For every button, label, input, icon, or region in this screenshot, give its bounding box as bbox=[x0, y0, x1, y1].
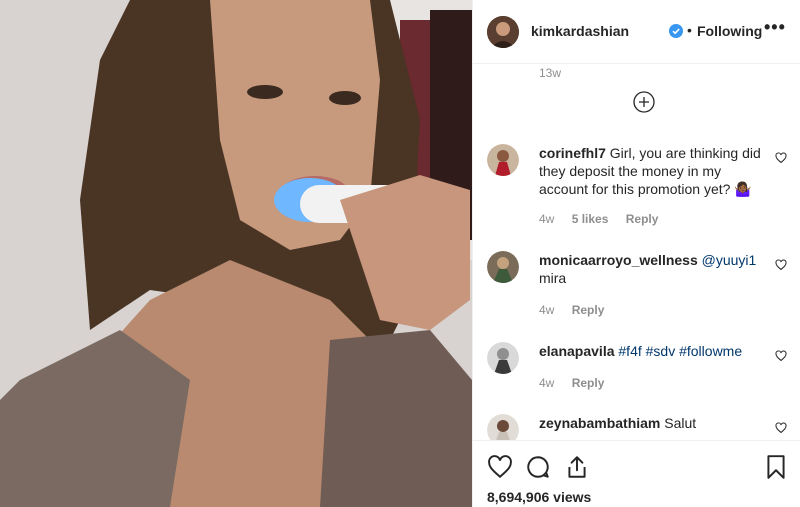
comment-time[interactable]: 4w bbox=[539, 303, 554, 317]
comment-meta: 4w Reply bbox=[539, 376, 618, 390]
commenter-avatar[interactable] bbox=[487, 342, 519, 374]
commenter-username[interactable]: monicaarroyo_wellness bbox=[539, 252, 698, 268]
comment-meta: 4w 5 likes Reply bbox=[539, 212, 672, 226]
reply-button[interactable]: Reply bbox=[572, 303, 605, 317]
comments-list[interactable]: 13w corinefhl7 Girl, you are thinking di… bbox=[473, 64, 800, 440]
comment-bubble-icon[interactable] bbox=[525, 454, 551, 480]
comment-text: monicaarroyo_wellness @yuuyi1 mira bbox=[539, 251, 761, 287]
like-comment-heart-icon[interactable] bbox=[775, 422, 787, 434]
commenter-username[interactable]: zeynabambathiam bbox=[539, 415, 660, 431]
like-comment-heart-icon[interactable] bbox=[775, 259, 787, 271]
verified-badge-icon bbox=[669, 24, 683, 38]
post-header: kimkardashian • Following ••• bbox=[473, 0, 800, 64]
load-more-comments-icon[interactable] bbox=[633, 91, 655, 113]
post-actions: 8,694,906 views bbox=[473, 440, 800, 507]
post-media[interactable] bbox=[0, 0, 472, 507]
commenter-avatar[interactable] bbox=[487, 144, 519, 176]
comment-text: elanapavila #f4f #sdv #followme bbox=[539, 342, 761, 360]
post-side-panel: kimkardashian • Following ••• 13w corine… bbox=[472, 0, 800, 507]
comment-time[interactable]: 4w bbox=[539, 212, 554, 226]
comment-hashtags[interactable]: #f4f #sdv #followme bbox=[618, 343, 742, 359]
reply-button[interactable]: Reply bbox=[626, 212, 659, 226]
comment-likes[interactable]: 5 likes bbox=[572, 212, 609, 226]
comment-body: Salut bbox=[664, 415, 697, 431]
comment-text: zeynabambathiam Salut bbox=[539, 414, 761, 432]
comment-mention[interactable]: @yuuyi1 bbox=[702, 252, 757, 268]
previous-comment-time: 13w bbox=[539, 66, 562, 80]
like-comment-heart-icon[interactable] bbox=[775, 350, 787, 362]
post-video-frame bbox=[0, 0, 472, 507]
like-comment-heart-icon[interactable] bbox=[775, 152, 787, 164]
bookmark-icon[interactable] bbox=[763, 454, 789, 480]
more-options-icon[interactable]: ••• bbox=[764, 17, 786, 38]
commenter-username[interactable]: corinefhl7 bbox=[539, 145, 606, 161]
share-icon[interactable] bbox=[564, 454, 590, 480]
like-heart-icon[interactable] bbox=[487, 454, 513, 480]
view-count: 8,694,906 views bbox=[487, 489, 592, 505]
author-avatar[interactable] bbox=[487, 16, 519, 48]
comment-body: mira bbox=[539, 270, 567, 286]
commenter-avatar[interactable] bbox=[487, 251, 519, 283]
commenter-avatar[interactable] bbox=[487, 414, 519, 440]
reply-button[interactable]: Reply bbox=[572, 376, 605, 390]
separator-dot: • bbox=[687, 22, 692, 38]
comment-text: corinefhl7 Girl, you are thinking did th… bbox=[539, 144, 761, 198]
commenter-username[interactable]: elanapavila bbox=[539, 343, 615, 359]
following-button[interactable]: Following bbox=[697, 23, 762, 39]
comment-meta: 4w Reply bbox=[539, 303, 618, 317]
comment-time[interactable]: 4w bbox=[539, 376, 554, 390]
author-username[interactable]: kimkardashian bbox=[531, 23, 629, 39]
